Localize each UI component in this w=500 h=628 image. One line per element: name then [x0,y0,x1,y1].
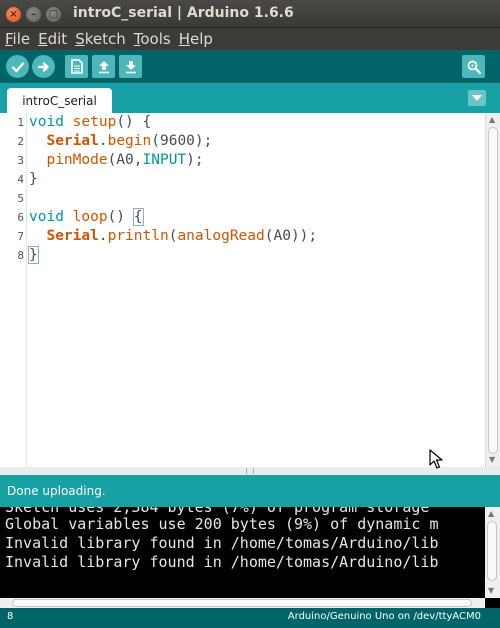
menu-file-mnemonic: F [5,30,13,48]
open-button[interactable] [92,55,115,78]
save-button[interactable] [119,55,142,78]
menu-help-mnemonic: H [178,30,190,48]
menu-help-label: elp [189,30,213,48]
code-editor[interactable]: 1 2 3 4 5 6 7 8 void setup() { Serial.be… [0,113,500,475]
menu-sketch[interactable]: Sketch [70,28,129,50]
menu-tools[interactable]: Tools [129,28,174,50]
console-line: Global variables use 200 bytes (9%) of d… [5,515,439,533]
console-output[interactable]: Sketch uses 2,384 bytes (7%) of program … [0,507,500,608]
code-line: Serial.println(analogRead(A0)); [46,228,318,244]
menu-sketch-mnemonic: S [75,30,85,48]
new-button[interactable] [65,55,88,78]
console-line: Invalid library found in /home/tomas/Ard… [5,534,439,552]
maximize-icon[interactable]: □ [46,7,61,22]
verify-button[interactable] [6,55,29,78]
code-line: } [29,171,38,187]
code-line: Serial.begin(9600); [46,133,213,149]
editor-console-splitter[interactable] [0,467,500,475]
status-bar: Done uploading. [0,475,500,507]
chevron-down-icon [472,95,482,101]
status-message: Done uploading. [7,484,106,498]
serial-monitor-button[interactable] [462,55,485,78]
open-icon [98,61,109,74]
board-port-label: Arduino/Genuino Uno on /dev/ttyACM0 [287,611,481,622]
tab-menu-button[interactable] [468,90,486,106]
menu-bar: File Edit Sketch Tools Help [0,28,500,50]
menu-file[interactable]: File [0,28,33,50]
line-number-gutter: 1 2 3 4 5 6 7 8 [0,113,27,467]
menu-help[interactable]: Help [174,28,216,50]
line-number: 7 [17,230,24,243]
code-line: pinMode(A0,INPUT); [46,152,204,168]
line-number: 1 [17,116,24,129]
mouse-pointer-icon [429,449,443,469]
code-line: void loop() { [29,208,144,226]
code-area[interactable]: void setup() { Serial.begin(9600); pinMo… [28,113,484,467]
line-number: 2 [17,135,24,148]
menu-edit-label: dit [47,30,68,48]
editor-vertical-scrollbar[interactable]: ▲ ▼ [485,113,500,467]
code-line: } [28,246,39,264]
toolbar [0,50,500,83]
line-number: 3 [17,154,24,167]
menu-tools-label: ools [140,30,171,48]
scroll-up-icon[interactable]: ▲ [488,510,494,518]
scroll-up-icon[interactable]: ▲ [489,116,495,124]
title-bar: × – □ introC_serial | Arduino 1.6.6 [0,0,500,28]
save-icon [125,61,136,74]
scroll-down-icon[interactable]: ▼ [489,456,495,464]
close-icon[interactable]: × [6,7,21,22]
magnifier-icon [467,60,481,74]
line-number: 5 [17,192,24,205]
menu-sketch-label: ketch [84,30,126,48]
console-vertical-scrollbar[interactable]: ▲ ▼ [485,507,500,598]
tab-sketch[interactable]: introC_serial [7,88,112,113]
footer-bar: 8 Arduino/Genuino Uno on /dev/ttyACM0 [0,608,500,628]
console-line: Invalid library found in /home/tomas/Ard… [5,553,439,571]
minimize-icon[interactable]: – [26,7,41,22]
line-number: 4 [17,173,24,186]
line-number: 6 [17,211,24,224]
new-icon [70,59,83,74]
upload-button[interactable] [32,55,55,78]
scroll-thumb[interactable] [488,127,498,454]
menu-file-label: ile [12,30,31,48]
menu-edit-mnemonic: E [38,30,48,48]
splitter-grip-icon [246,468,254,474]
menu-edit[interactable]: Edit [33,28,70,50]
verify-icon [11,61,24,72]
scroll-thumb[interactable] [12,599,472,607]
window-title: introC_serial | Arduino 1.6.6 [73,5,294,21]
upload-icon [37,61,49,72]
tab-strip: introC_serial [0,83,500,113]
current-line-number: 8 [7,611,14,622]
console-horizontal-scrollbar[interactable] [0,598,485,608]
scroll-thumb[interactable] [487,521,497,581]
line-number: 8 [17,249,24,262]
scroll-down-icon[interactable]: ▼ [488,587,494,595]
code-line: void setup() { [29,114,152,130]
